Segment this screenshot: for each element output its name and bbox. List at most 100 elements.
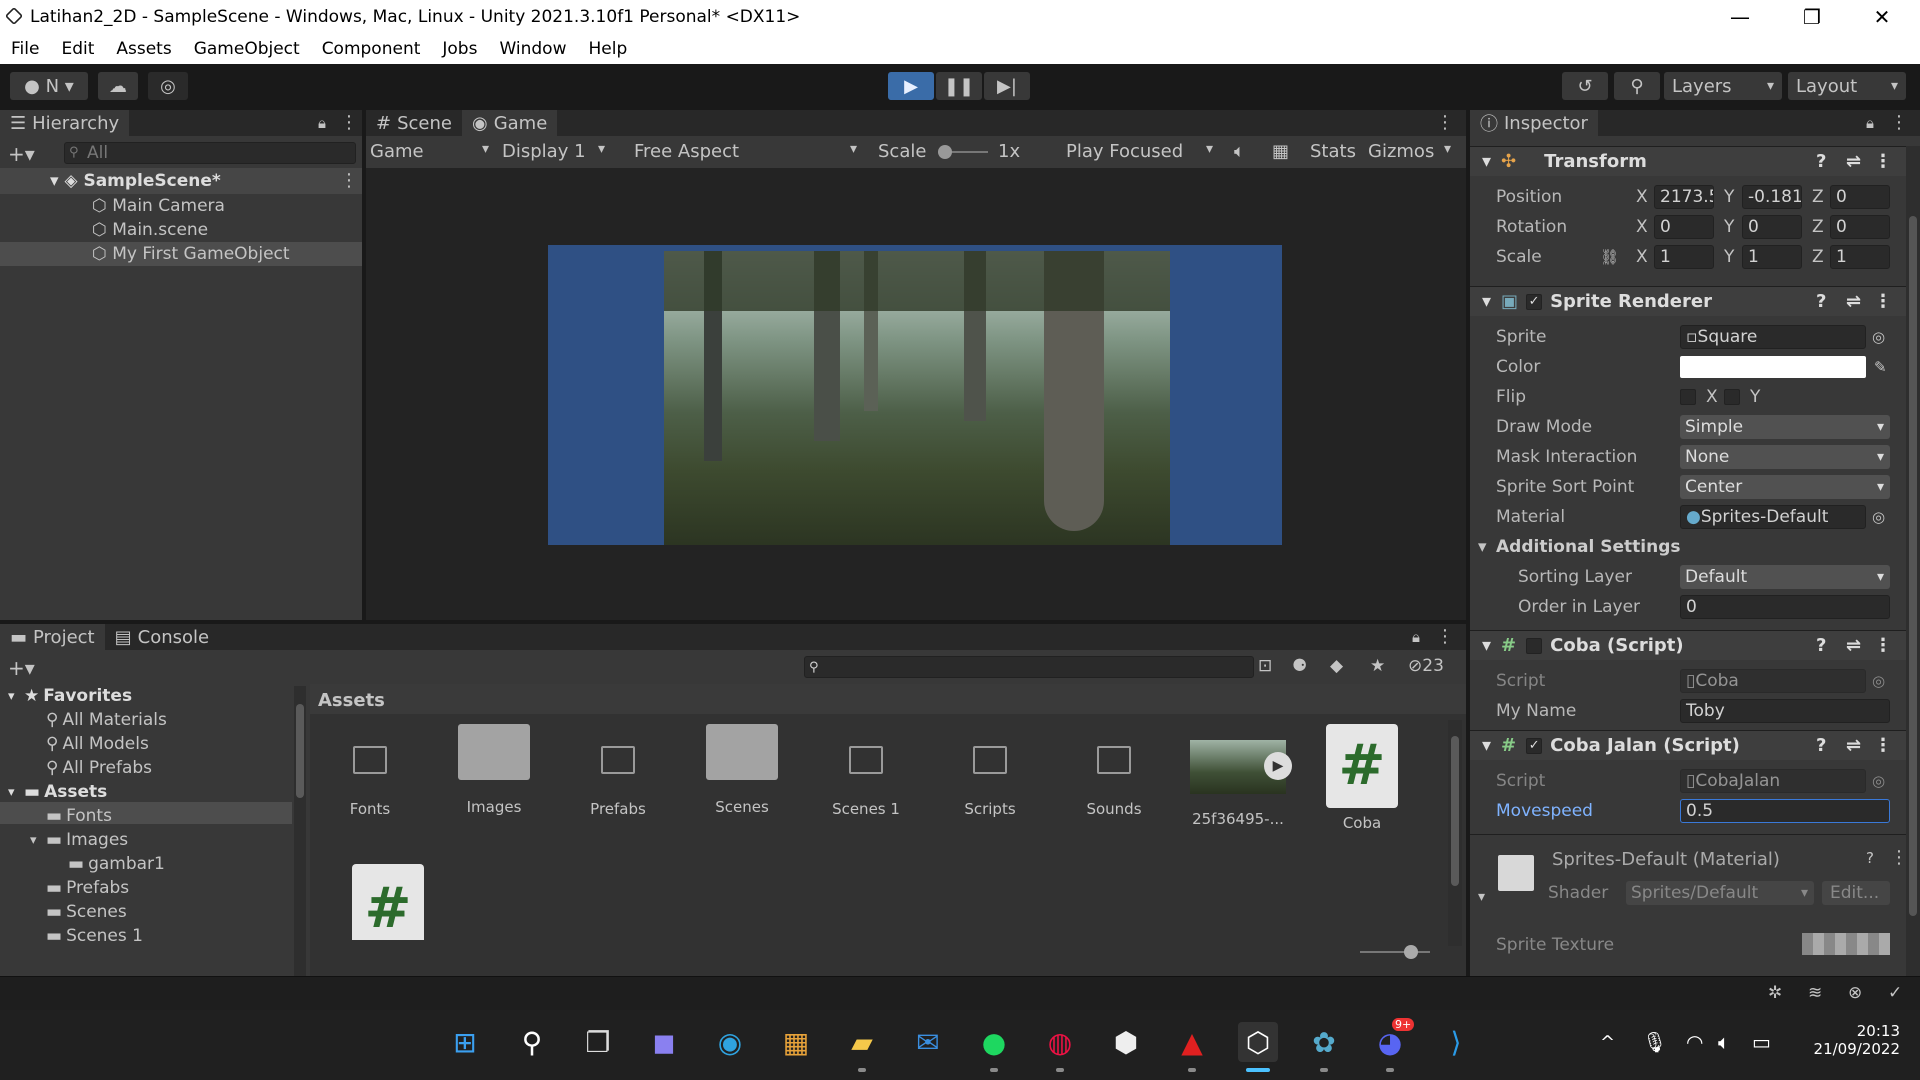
coba-jalan-script-header[interactable]: ▾ # ✓ Coba Jalan (Script) ? ⇌ ⋮ <box>1470 730 1920 760</box>
help-icon[interactable]: ? <box>1816 635 1826 656</box>
layers-dropdown[interactable]: Layers ▾ <box>1664 72 1782 100</box>
vscode-icon[interactable]: ⟩ <box>1436 1022 1476 1062</box>
tab-scene[interactable]: # Scene <box>366 110 462 136</box>
help-icon[interactable]: ? <box>1816 291 1826 312</box>
menu-window[interactable]: Window <box>488 39 577 59</box>
volume-icon[interactable]: 🔈︎ <box>1718 1030 1730 1054</box>
windows-start-icon[interactable]: ⊞ <box>445 1022 485 1062</box>
asset-scrollbar[interactable] <box>1448 720 1462 946</box>
asset-item[interactable]: ▶ 25f36495-... <box>1183 724 1293 828</box>
kebab-menu-icon[interactable]: ⋮ <box>1890 112 1908 133</box>
clock[interactable]: 20:13 21/09/2022 <box>1806 1022 1900 1058</box>
sprite-field[interactable]: ▫Square <box>1680 325 1866 349</box>
hidden-packages-toggle[interactable]: ⊘23 <box>1408 656 1444 676</box>
order-in-layer-field[interactable]: 0 <box>1680 595 1890 619</box>
help-icon[interactable]: ? <box>1816 151 1826 172</box>
component-menu-icon[interactable]: ⋮ <box>1874 151 1892 172</box>
asset-item[interactable]: Sounds <box>1059 724 1169 818</box>
menu-edit[interactable]: Edit <box>50 39 105 59</box>
add-button[interactable]: +▾ <box>8 656 35 680</box>
preset-icon[interactable]: ⇌ <box>1846 151 1861 172</box>
search-button[interactable]: ⚲ <box>1614 72 1660 100</box>
tree-item[interactable]: ▬ gambar1 <box>52 852 165 876</box>
layout-dropdown[interactable]: Layout ▾ <box>1788 72 1906 100</box>
edge-browser-icon[interactable]: ◉ <box>710 1022 750 1062</box>
movespeed-field[interactable]: 0.5 <box>1680 799 1890 823</box>
my-name-field[interactable]: Toby <box>1680 699 1890 723</box>
project-search-input[interactable]: ⚲ <box>804 656 1254 678</box>
expand-arrow-icon[interactable]: ▾ <box>8 689 24 704</box>
tree-item[interactable]: ▾ ★ Favorites <box>8 684 132 708</box>
chevron-up-icon[interactable]: ^ <box>1600 1032 1615 1053</box>
favorite-star-icon[interactable]: ★ <box>1370 656 1385 676</box>
coba-script-header[interactable]: ▾ # Coba (Script) ? ⇌ ⋮ <box>1470 630 1920 660</box>
task-view-icon[interactable]: ❐ <box>578 1022 618 1062</box>
tab-hierarchy[interactable]: ☰ Hierarchy <box>0 110 130 136</box>
inspector-scrollbar[interactable] <box>1906 146 1920 976</box>
account-button[interactable]: ● N ▾ <box>10 72 88 100</box>
debug-icon[interactable]: ✲ <box>1768 983 1782 1003</box>
stats-button[interactable]: Stats <box>1310 141 1356 162</box>
asset-item[interactable]: Prefabs <box>563 724 673 818</box>
tree-item[interactable]: ▾ ▬ Assets <box>8 780 107 804</box>
toggle-grid-icon[interactable]: ▦ <box>1272 141 1289 162</box>
position-y-field[interactable]: -0.181 <box>1742 185 1802 209</box>
rotation-z-field[interactable]: 0 <box>1830 215 1890 239</box>
sprite-texture-slot[interactable] <box>1802 933 1890 955</box>
preset-icon[interactable]: ⇌ <box>1846 735 1861 756</box>
menu-gameobject[interactable]: GameObject <box>183 39 311 59</box>
tree-scrollbar[interactable] <box>294 686 306 976</box>
hierarchy-item-my-first-gameobject[interactable]: ⬡ My First GameObject <box>92 242 290 266</box>
constrain-proportions-icon[interactable]: ⛓ <box>1600 248 1619 266</box>
edit-shader-button[interactable]: Edit... <box>1822 881 1890 905</box>
tree-item[interactable]: ⚲ All Models <box>30 732 149 756</box>
play-button[interactable]: ▶ <box>888 72 934 100</box>
component-menu-icon[interactable]: ⋮ <box>1874 291 1892 312</box>
lock-icon[interactable]: 🔒︎ <box>318 114 326 132</box>
play-mode-dropdown[interactable]: Play Focused ▾ <box>1066 141 1222 162</box>
menu-jobs[interactable]: Jobs <box>431 39 488 59</box>
file-explorer-icon[interactable]: ▰ <box>842 1022 882 1062</box>
scale-x-field[interactable]: 1 <box>1654 245 1714 269</box>
scale-y-field[interactable]: 1 <box>1742 245 1802 269</box>
acrobat-icon[interactable]: ▲ <box>1172 1022 1212 1062</box>
step-button[interactable]: ▶| <box>984 72 1030 100</box>
tree-item[interactable]: ▬ Scenes 1 <box>30 924 143 948</box>
auto-generate-icon[interactable]: ⊗ <box>1848 983 1862 1003</box>
hierarchy-item-main-scene[interactable]: ⬡ Main.scene <box>92 218 208 242</box>
label-icon[interactable]: ◆ <box>1330 656 1343 676</box>
tab-inspector[interactable]: ⓘ Inspector <box>1470 110 1598 136</box>
cloud-button[interactable]: ☁ <box>98 72 138 100</box>
eyedropper-icon[interactable]: ✎ <box>1874 358 1887 376</box>
sprite-sort-point-dropdown[interactable]: Center <box>1680 475 1890 499</box>
wifi-icon[interactable]: ◠ <box>1686 1030 1703 1054</box>
progress-check-icon[interactable]: ✓ <box>1888 983 1902 1003</box>
menu-component[interactable]: Component <box>311 39 432 59</box>
view-dropdown[interactable]: Game ▾ <box>370 141 496 162</box>
tree-item[interactable]: ▬ Prefabs <box>30 876 129 900</box>
menu-help[interactable]: Help <box>577 39 638 59</box>
asset-item[interactable]: Scenes 1 <box>811 724 921 818</box>
draw-mode-dropdown[interactable]: Simple <box>1680 415 1890 439</box>
unity-hub-icon[interactable]: ⬢ <box>1106 1022 1146 1062</box>
preset-icon[interactable]: ⇌ <box>1846 291 1861 312</box>
icon-size-slider-handle[interactable] <box>1404 945 1418 959</box>
component-menu-icon[interactable]: ⋮ <box>1874 735 1892 756</box>
game-viewport[interactable] <box>548 245 1282 545</box>
expand-arrow-icon[interactable]: ▾ <box>1478 889 1485 905</box>
mail-icon[interactable]: ✉ <box>908 1022 948 1062</box>
tree-item[interactable]: ▬ Fonts <box>30 804 112 828</box>
hierarchy-search-input[interactable]: ⚲ All <box>64 142 356 164</box>
color-swatch[interactable] <box>1680 356 1866 378</box>
position-x-field[interactable]: 2173.5 <box>1654 185 1714 209</box>
teams-chat-icon[interactable]: ◼ <box>644 1022 684 1062</box>
pause-button[interactable]: ❚❚ <box>936 72 982 100</box>
kebab-menu-icon[interactable]: ⋮ <box>1436 626 1454 647</box>
filter-icon[interactable]: ⚈ <box>1292 656 1307 676</box>
chrome-icon[interactable]: ◍ <box>1040 1022 1080 1062</box>
enabled-checkbox[interactable]: ✓ <box>1526 293 1543 310</box>
unity-editor-icon[interactable]: ⬡ <box>1238 1022 1278 1062</box>
material-field[interactable]: ●Sprites-Default <box>1680 505 1866 529</box>
asset-item[interactable]: Scenes <box>687 724 797 816</box>
object-picker-icon[interactable]: ◎ <box>1872 328 1885 346</box>
